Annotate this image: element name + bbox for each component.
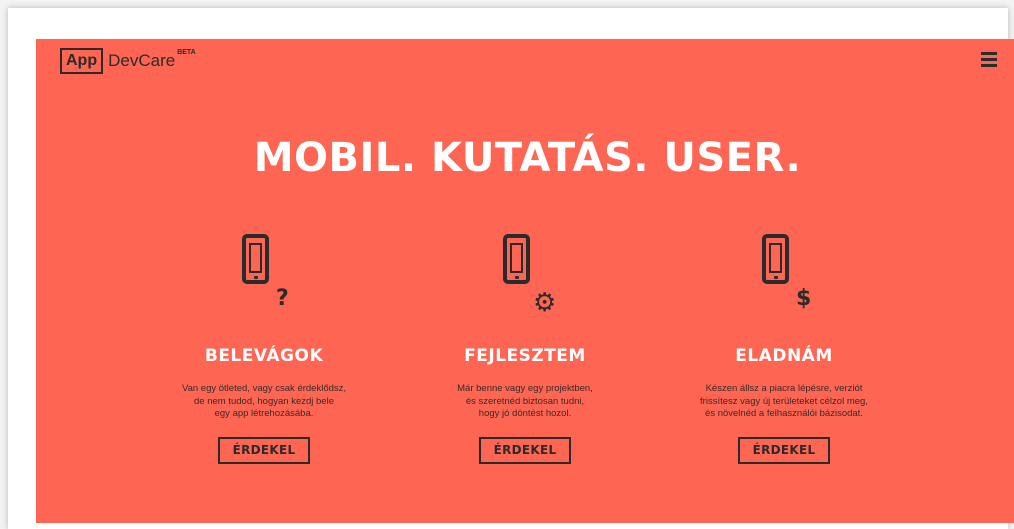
- column-description: Van egy ötleted, vagy csak érdeklődsz, d…: [144, 383, 384, 421]
- column-title: FEJLESZTEM: [464, 346, 586, 366]
- desc-line: Van egy ötleted, vagy csak érdeklődsz,: [181, 383, 347, 394]
- phone-question-icon: ?: [214, 234, 314, 324]
- desc-line: de nem tudod, hogyan kezdj bele: [194, 395, 334, 407]
- hero-section: App DevCare BETA MOBIL. KUTATÁS. USER. ?…: [36, 39, 1014, 523]
- page-frame: App DevCare BETA MOBIL. KUTATÁS. USER. ?…: [8, 8, 1014, 529]
- beta-badge: BETA: [177, 49, 196, 56]
- gear-icon: ⚙: [533, 288, 557, 318]
- desc-line: hogy jó döntést hozol.: [478, 408, 572, 419]
- logo[interactable]: App DevCare BETA: [60, 48, 196, 74]
- desc-line: frissítesz vagy új területeket célzol me…: [700, 395, 868, 407]
- desc-line: Készen állsz a piacra lépésre, verziót: [705, 383, 863, 394]
- erdekel-button[interactable]: ÉRDEKEL: [479, 436, 571, 464]
- phone-gear-icon: ⚙: [475, 234, 575, 324]
- feature-column-eladnam: $ ELADNÁM Készen állsz a piacra lépésre,…: [664, 234, 904, 464]
- desc-line: és növelnéd a felhasználói bázisodat.: [705, 408, 863, 419]
- question-mark-icon: ?: [276, 286, 289, 311]
- column-description: Már benne vagy egy projektben, és szeret…: [405, 383, 645, 421]
- logo-name: DevCare: [108, 51, 176, 70]
- column-title: BELEVÁGOK: [204, 346, 324, 366]
- column-title: ELADNÁM: [735, 346, 833, 366]
- desc-line: egy app létrehozásába.: [214, 408, 314, 419]
- desc-line: Már benne vagy egy projektben,: [457, 383, 593, 394]
- erdekel-button[interactable]: ÉRDEKEL: [738, 436, 830, 464]
- feature-column-belevagok: ? BELEVÁGOK Van egy ötleted, vagy csak é…: [144, 234, 384, 464]
- hero-headline: MOBIL. KUTATÁS. USER.: [253, 135, 802, 181]
- desc-line: és szeretnéd biztosan tudni,: [465, 395, 585, 407]
- hamburger-menu-icon[interactable]: [981, 52, 997, 67]
- erdekel-button[interactable]: ÉRDEKEL: [218, 436, 310, 464]
- column-description: Készen állsz a piacra lépésre, verziót f…: [664, 383, 904, 421]
- logo-app-box: App: [60, 48, 104, 74]
- dollar-icon: $: [796, 286, 812, 311]
- phone-dollar-icon: $: [734, 234, 834, 324]
- feature-column-fejlesztem: ⚙ FEJLESZTEM Már benne vagy egy projektb…: [405, 234, 645, 464]
